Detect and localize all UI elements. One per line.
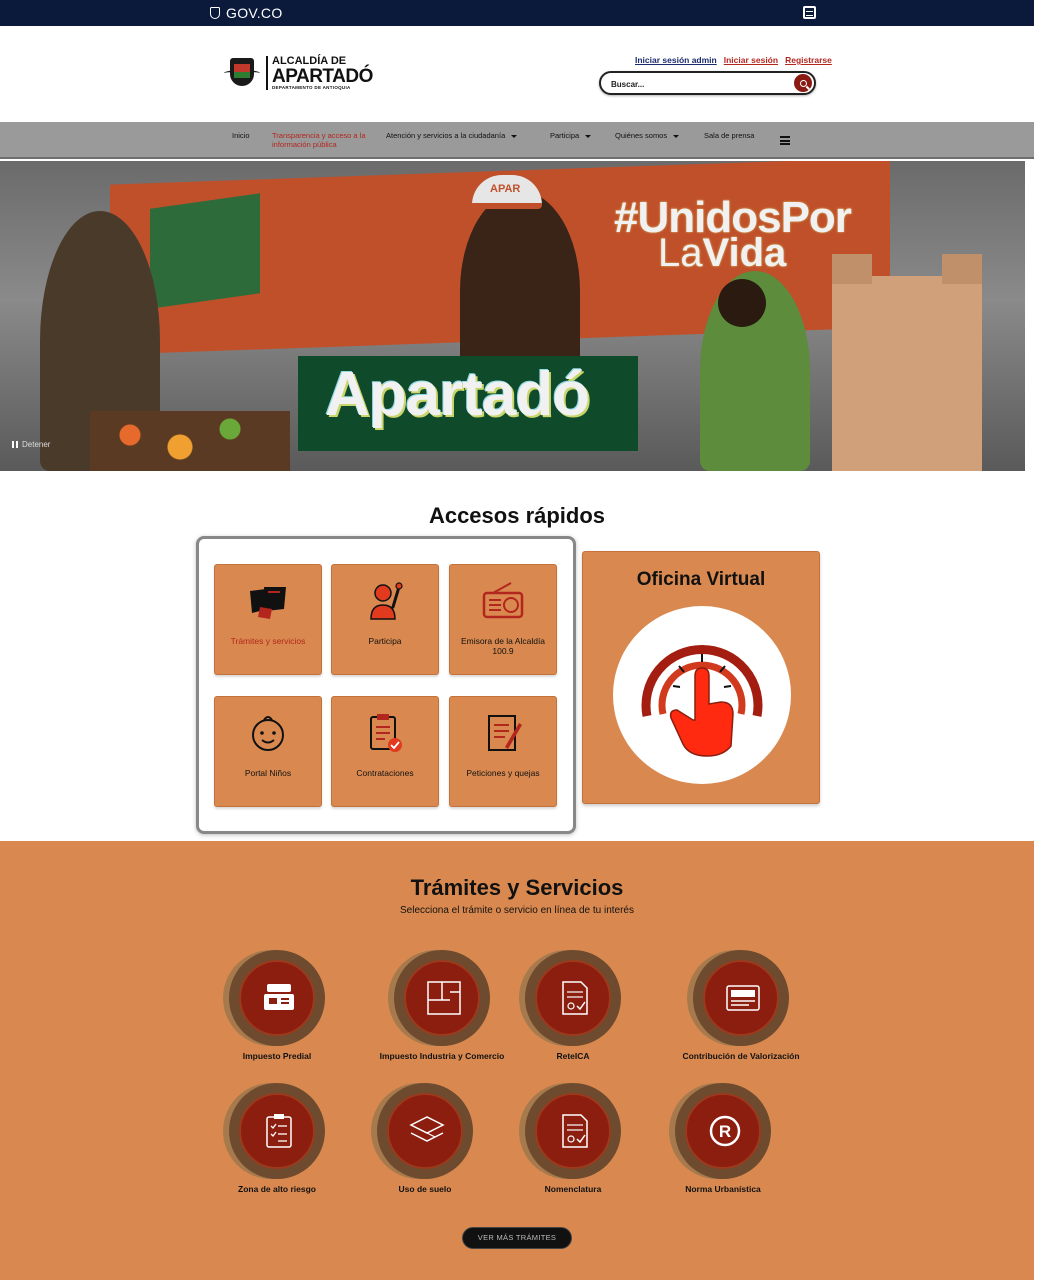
virtual-office-card[interactable]: Oficina Virtual [582, 551, 820, 804]
service-industria-comercio[interactable]: Impuesto Industria y Comercio [377, 950, 507, 1062]
tramites-title: Trámites y Servicios [410, 875, 624, 900]
service-reteica[interactable]: ReteICA [508, 950, 638, 1062]
hero-banner: APAR #UnidosPor LaVida Apartadó Detener [0, 161, 1025, 471]
search-button[interactable] [794, 74, 812, 92]
nav-item-inicio[interactable]: Inicio [232, 131, 250, 141]
card-label: Portal Niños [244, 768, 292, 778]
card-tramites-servicios[interactable]: Trámites y servicios [214, 564, 322, 675]
nav-item-transparencia[interactable]: Transparencia y acceso a la información … [272, 131, 372, 149]
card-label: Participa [368, 636, 402, 646]
chevron-down-icon [511, 134, 518, 138]
person-raising-hand-icon [370, 582, 403, 620]
floor-plan-icon [427, 981, 461, 1015]
service-label: Norma Urbanística [685, 1184, 761, 1194]
service-norma-urbanistica[interactable]: R Norma Urbanística [658, 1083, 788, 1195]
card-emisora[interactable]: Emisora de la Alcaldía 100.9 [449, 564, 557, 675]
checklist-icon [266, 1114, 292, 1148]
card-label: Peticiones y quejas [466, 768, 540, 778]
service-label: Uso de suelo [398, 1184, 452, 1194]
main-nav: Inicio Transparencia y acceso a la infor… [0, 122, 1034, 159]
registered-icon: R [709, 1115, 741, 1147]
govco-label: GOV.CO [226, 5, 283, 21]
documents-icon [250, 587, 286, 619]
service-label: Contribución de Valorización [682, 1051, 800, 1061]
chevron-down-icon [585, 134, 592, 138]
svg-text:R: R [719, 1122, 731, 1141]
search-input[interactable] [611, 77, 781, 91]
hero-city-name: Apartadó [325, 360, 590, 429]
card-participa[interactable]: Participa [331, 564, 439, 675]
chevron-down-icon [673, 134, 680, 138]
govco-bar: GOV.CO [0, 0, 1034, 26]
search-box [599, 71, 816, 95]
service-zona-alto-riesgo[interactable]: Zona de alto riesgo [212, 1083, 342, 1195]
carousel-pause-button[interactable]: Detener [12, 440, 50, 449]
tramites-section: Trámites y Servicios Selecciona el trámi… [0, 841, 1034, 1280]
cash-register-icon [264, 984, 294, 1010]
card-portal-ninos[interactable]: Portal Niños [214, 696, 322, 807]
account-links: Iniciar sesión admin Iniciar sesión Regi… [635, 55, 832, 65]
card-label: Contrataciones [356, 768, 414, 778]
certificate-document-icon [562, 981, 588, 1015]
bill-money-icon [726, 985, 760, 1011]
service-label: Impuesto Industria y Comercio [379, 1051, 505, 1061]
child-face-icon [252, 716, 284, 751]
radio-icon [482, 582, 524, 619]
nav-item-quienes-somos[interactable]: Quiénes somos [615, 131, 680, 141]
register-link[interactable]: Registrarse [785, 55, 832, 65]
govco-link[interactable]: GOV.CO [210, 5, 283, 21]
service-valorizacion[interactable]: Contribución de Valorización [676, 950, 806, 1062]
nav-label: Participa [550, 131, 580, 140]
login-link[interactable]: Iniciar sesión [724, 55, 778, 65]
pause-icon [12, 441, 18, 448]
touch-click-icon [641, 644, 763, 757]
card-contrataciones[interactable]: Contrataciones [331, 696, 439, 807]
service-label: ReteICA [556, 1051, 590, 1061]
nav-label: Atención y servicios a la ciudadanía [386, 131, 506, 140]
service-uso-suelo[interactable]: Uso de suelo [360, 1083, 490, 1195]
virtual-office-title: Oficina Virtual [636, 569, 766, 590]
service-impuesto-predial[interactable]: Impuesto Predial [212, 950, 342, 1062]
card-label: Trámites y servicios [230, 636, 306, 646]
service-label: Nomenclatura [544, 1184, 602, 1194]
clipboard-check-icon [370, 714, 402, 752]
hero-hashtag-line2: LaVida [658, 231, 787, 275]
search-icon [799, 79, 807, 87]
coat-of-arms-icon [224, 54, 260, 92]
document-pen-icon [488, 715, 522, 751]
hamburger-menu-icon[interactable] [780, 136, 790, 145]
nav-label: Sala de prensa [704, 131, 755, 140]
govco-shield-icon [210, 7, 220, 19]
nav-item-sala-de-prensa[interactable]: Sala de prensa [704, 131, 755, 141]
layers-map-icon [409, 1116, 445, 1142]
site-header: ALCALDÍA DE APARTADÓ DEPARTAMENTO DE ANT… [0, 26, 1034, 122]
tramites-subtitle: Selecciona el trámite o servicio en líne… [399, 905, 634, 916]
fruit-graphic [90, 411, 290, 471]
service-label: Impuesto Predial [242, 1051, 312, 1061]
card-peticiones-quejas[interactable]: Peticiones y quejas [449, 696, 557, 807]
nav-item-atencion[interactable]: Atención y servicios a la ciudadanía [386, 131, 518, 141]
site-logo[interactable]: ALCALDÍA DE APARTADÓ DEPARTAMENTO DE ANT… [224, 54, 373, 92]
nav-label: Inicio [232, 131, 250, 140]
more-tramites-button[interactable]: VER MÁS TRÁMITES [462, 1227, 572, 1249]
quick-access-title: Accesos rápidos [428, 503, 606, 528]
nav-label: Quiénes somos [615, 131, 668, 140]
virtual-office-circle [613, 606, 791, 784]
card-label: Emisora de la Alcaldía 100.9 [460, 636, 546, 656]
quick-access-panel: Trámites y servicios Participa Emisora d… [196, 536, 576, 834]
nav-item-participa[interactable]: Participa [550, 131, 592, 141]
church-graphic [832, 254, 982, 471]
logo-line2: APARTADÓ [272, 65, 373, 87]
service-label: Zona de alto riesgo [238, 1184, 316, 1194]
certificate-document-icon [562, 1114, 588, 1148]
pause-label: Detener [22, 440, 51, 449]
service-nomenclatura[interactable]: Nomenclatura [508, 1083, 638, 1195]
admin-login-link[interactable]: Iniciar sesión admin [635, 55, 717, 65]
accessibility-icon[interactable] [803, 6, 816, 19]
nav-label: Transparencia y acceso a la información … [272, 131, 366, 149]
